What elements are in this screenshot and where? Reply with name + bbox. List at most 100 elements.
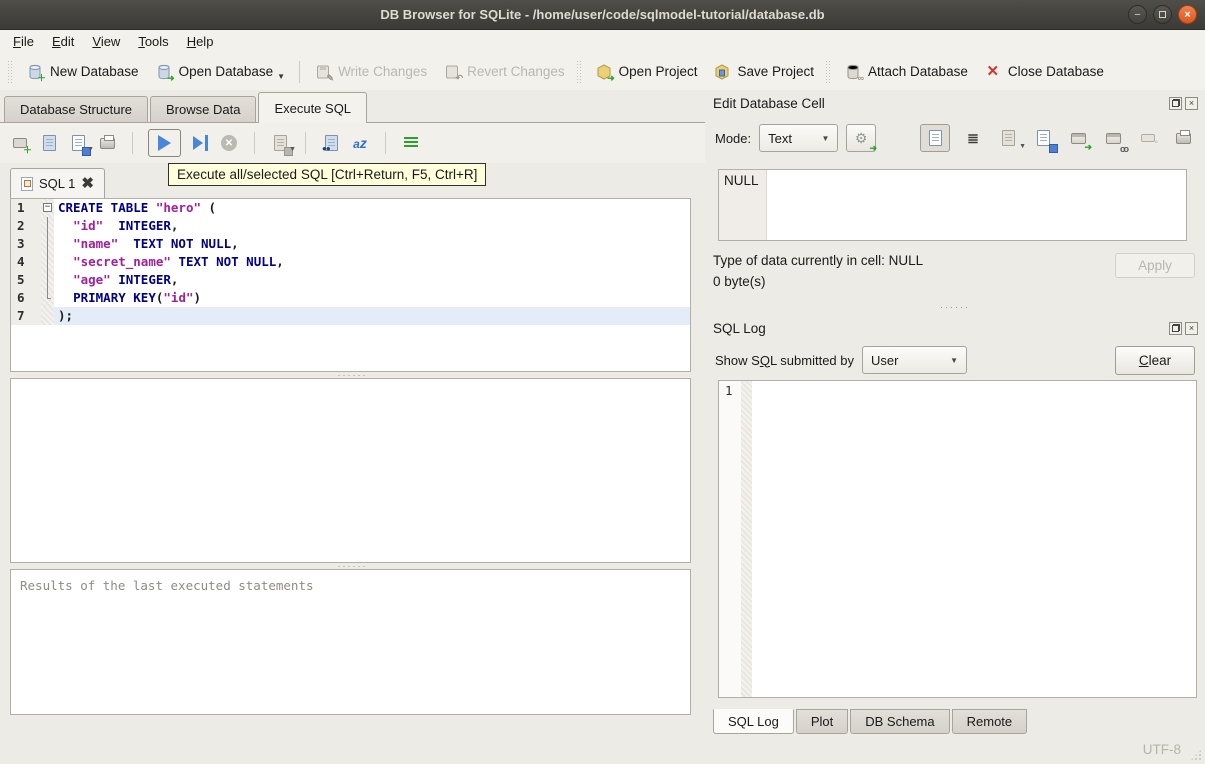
stop-icon[interactable]: ✕ [219, 133, 239, 153]
maximize-icon [1159, 11, 1166, 18]
write-changes-icon: ✎ [314, 63, 334, 82]
editor-splitter[interactable]: ······ [0, 371, 705, 380]
export-icon[interactable] [1031, 126, 1058, 153]
toggle-results-icon[interactable] [401, 133, 421, 153]
fold-marker-icon[interactable]: − [41, 199, 54, 217]
menu-file[interactable]: File [4, 32, 43, 51]
open-database-icon: ➜ [155, 63, 175, 82]
save-project-button[interactable]: Save Project [705, 58, 822, 86]
editor-line[interactable]: 4 "secret_name" TEXT NOT NULL, [11, 253, 690, 271]
results-splitter[interactable]: ······ [0, 562, 705, 571]
write-changes-button[interactable]: ✎ Write Changes [306, 58, 435, 86]
open-sql-file-icon[interactable] [39, 133, 59, 153]
tab-db-schema[interactable]: DB Schema [850, 709, 950, 734]
new-database-button[interactable]: ＋ New Database [18, 58, 147, 86]
sql-editor-toolbar: ＋ ▼ ✕ ▼ ●● az [0, 123, 705, 163]
main-tab-bar: Database Structure Browse Data Execute S… [0, 90, 705, 123]
mode-select[interactable]: Text ▼ [759, 124, 839, 152]
minimize-button[interactable]: − [1128, 5, 1147, 24]
execution-status-pane[interactable]: Results of the last executed statements [10, 569, 691, 715]
editor-line[interactable]: 6 PRIMARY KEY("id") [11, 289, 690, 307]
toolbar-drag-handle[interactable] [8, 60, 14, 83]
execute-tooltip: Execute all/selected SQL [Ctrl+Return, F… [168, 163, 487, 186]
float-icon [1171, 99, 1180, 107]
copy-link-icon[interactable]: oo [1101, 126, 1129, 154]
chevron-down-icon: ▼ [950, 355, 958, 365]
new-sql-tab-icon[interactable]: ＋ [10, 133, 32, 155]
sql-log-view[interactable]: 1 [718, 380, 1197, 698]
menu-tools[interactable]: Tools [129, 32, 177, 51]
print-icon[interactable] [97, 133, 117, 153]
menu-edit[interactable]: Edit [43, 32, 83, 51]
menu-view[interactable]: View [83, 32, 129, 51]
code-text: CREATE TABLE "hero" ( [58, 200, 217, 215]
editor-line[interactable]: 2 "id" INTEGER, [11, 217, 690, 235]
sql-editor[interactable]: 1− CREATE TABLE "hero" (2 "id" INTEGER, 3 … [10, 198, 691, 372]
query-results-table[interactable] [10, 378, 691, 563]
close-dock-button[interactable]: × [1185, 321, 1198, 335]
editor-line[interactable]: 7); [11, 307, 690, 325]
new-database-icon: ＋ [26, 63, 46, 82]
toolbar-drag-handle[interactable] [576, 60, 583, 83]
import-icon[interactable]: ▼ [996, 126, 1026, 150]
tab-browse-data[interactable]: Browse Data [150, 96, 257, 122]
resize-grip[interactable] [1190, 749, 1202, 761]
text-mode-icon[interactable] [920, 124, 950, 152]
tab-execute-sql[interactable]: Execute SQL [258, 92, 368, 123]
set-null-icon[interactable] [1136, 126, 1160, 150]
sql-file-icon [21, 176, 33, 191]
save-results-icon[interactable]: ▼ [270, 133, 296, 156]
toolbar-drag-handle[interactable] [826, 60, 833, 83]
float-dock-button[interactable] [1169, 96, 1182, 110]
cell-info: Type of data currently in cell: NULL 0 b… [705, 253, 1205, 299]
execute-current-line-icon[interactable] [190, 133, 210, 153]
apply-data-button[interactable]: ⚙ ➜ [846, 124, 877, 153]
editor-line[interactable]: 3 "name" TEXT NOT NULL, [11, 235, 690, 253]
maximize-button[interactable] [1153, 5, 1172, 24]
sql-1-tab[interactable]: SQL 1 ✖ [10, 168, 105, 198]
code-text: "age" INTEGER, [73, 272, 179, 287]
cell-value-editor[interactable]: NULL [718, 169, 1187, 241]
clear-button[interactable]: Clear [1115, 345, 1195, 375]
main-toolbar: ＋ New Database ➜ Open Database ▼ ✎ Write… [0, 53, 1205, 90]
execute-all-button[interactable] [148, 129, 181, 157]
open-database-dropdown-arrow[interactable]: ▼ [277, 72, 285, 81]
attach-database-button[interactable]: ∞ Attach Database [836, 58, 976, 86]
open-project-button[interactable]: ➜ Open Project [587, 58, 706, 86]
tab-remote[interactable]: Remote [951, 709, 1028, 734]
find-replace-icon[interactable]: ●● [321, 133, 341, 153]
close-dock-button[interactable]: × [1185, 96, 1198, 110]
dock-area: Edit Database Cell × Mode: Text ▼ ⚙ ➜ ≣ ▼ … [705, 90, 1205, 735]
float-dock-button[interactable] [1169, 321, 1182, 335]
editor-line[interactable]: 1− CREATE TABLE "hero" ( [11, 199, 690, 217]
editor-line[interactable]: 5 "age" INTEGER, [11, 271, 690, 289]
tab-plot[interactable]: Plot [795, 709, 849, 734]
line-number: 1 [11, 199, 41, 217]
menu-help[interactable]: Help [178, 32, 223, 51]
open-external-icon[interactable]: ➜ [1066, 126, 1092, 152]
open-database-button[interactable]: ➜ Open Database ▼ [147, 58, 294, 86]
dock-splitter[interactable]: ······ [705, 299, 1205, 315]
auto-format-icon[interactable]: az [350, 133, 370, 153]
log-line-number: 1 [719, 381, 741, 697]
edit-cell-toolbar: Mode: Text ▼ ⚙ ➜ ≣ ▼ ➜ oo [705, 121, 1205, 155]
cell-size-info: 0 byte(s) [713, 274, 766, 289]
revert-changes-button[interactable]: ↶ Revert Changes [435, 58, 573, 86]
close-database-button[interactable]: ✕ Close Database [976, 58, 1112, 86]
tab-sql-log[interactable]: SQL Log [713, 709, 794, 734]
chevron-down-icon: ▼ [821, 133, 830, 143]
apply-button[interactable]: Apply [1115, 253, 1195, 278]
word-wrap-icon[interactable]: ≣ [961, 126, 985, 150]
save-project-icon [713, 63, 731, 81]
dock-tab-bar: SQL Log Plot DB Schema Remote [705, 709, 1205, 735]
save-sql-file-icon[interactable]: ▼ [68, 133, 94, 156]
close-button[interactable]: × [1178, 5, 1197, 24]
close-sql-tab-icon[interactable]: ✖ [81, 176, 94, 191]
toolbar-separator [299, 60, 301, 83]
results-placeholder: Results of the last executed statements [20, 578, 314, 593]
print-cell-icon[interactable] [1171, 126, 1195, 150]
submitted-by-select[interactable]: User ▼ [862, 346, 967, 374]
tab-database-structure[interactable]: Database Structure [4, 96, 149, 122]
line-number: 2 [11, 217, 41, 235]
sql-log-dock-header: SQL Log × [705, 318, 1205, 338]
